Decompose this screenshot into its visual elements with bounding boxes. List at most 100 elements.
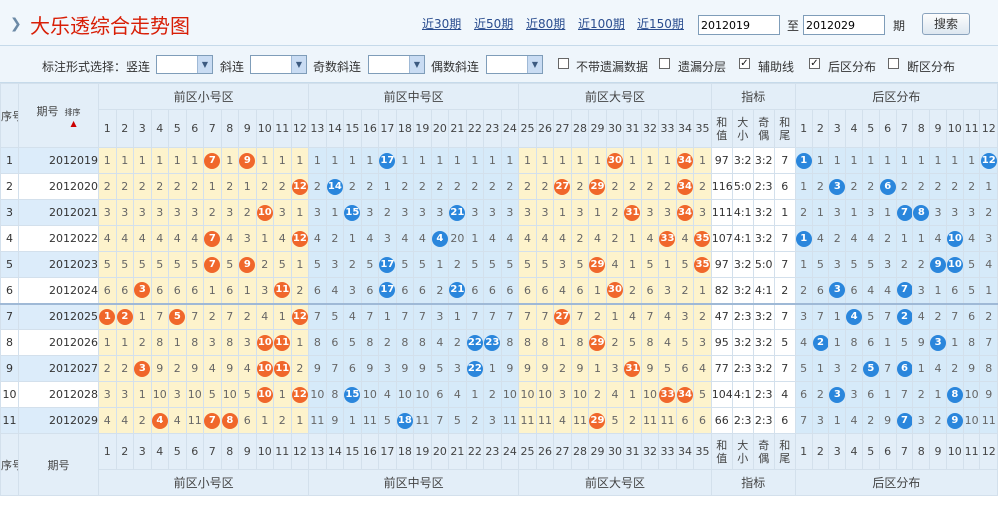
vertical-select[interactable]: ▼	[156, 55, 213, 74]
link-last-30[interactable]: 近30期	[422, 15, 461, 32]
back-dist-checkbox[interactable]: ✓	[809, 58, 820, 69]
front-cell: 2	[98, 173, 117, 200]
front-cell: 11	[360, 407, 380, 434]
front-cell: 4	[168, 225, 187, 252]
front-cell: 1	[203, 277, 222, 304]
row-period[interactable]: 2012028➜	[17, 381, 100, 408]
front-cell: 9	[150, 355, 170, 382]
front-cell: 5	[273, 251, 292, 278]
front-cell: 5	[133, 251, 152, 278]
stat-cell: 82	[710, 277, 733, 304]
front-cell: 7	[185, 302, 205, 330]
slant-select[interactable]: ▼	[250, 55, 307, 74]
back-cell: 1	[845, 147, 863, 174]
back-cell: 1	[811, 355, 830, 382]
front-cell: 3	[238, 329, 257, 356]
row-period[interactable]: 2012019➜	[17, 147, 100, 174]
back-number-footer: 12	[979, 433, 998, 470]
back-cell: 5	[845, 251, 863, 278]
back-cell: 7	[794, 407, 813, 434]
period-header-label: 期号	[36, 105, 59, 118]
back-cell: 2	[929, 407, 947, 434]
footer-seq-header: 序号	[0, 433, 19, 496]
front-cell: 11	[658, 407, 677, 434]
break-dist-checkbox[interactable]	[888, 58, 899, 69]
miss-layer-checkbox[interactable]	[659, 58, 670, 69]
sort-link[interactable]: 排序	[65, 108, 81, 117]
front-cell: 2	[133, 407, 152, 434]
front-cell: 6	[360, 277, 380, 304]
link-last-80[interactable]: 近80期	[526, 15, 565, 32]
row-period[interactable]: 2012025➜	[17, 302, 100, 330]
row-period[interactable]: 2012026➜	[17, 329, 100, 356]
link-last-50[interactable]: 近50期	[474, 15, 513, 32]
stat-cell: 7	[773, 302, 796, 330]
back-cell: 2	[912, 173, 931, 200]
back-cell: 2	[845, 355, 863, 382]
front-cell: 9	[238, 147, 257, 174]
row-period[interactable]: 2012027➜	[17, 355, 100, 382]
front-cell: 8	[518, 329, 537, 356]
front-cell: 2	[220, 173, 240, 200]
link-last-150[interactable]: 近150期	[637, 15, 684, 32]
drawn-ball: 7	[896, 204, 912, 221]
period-from-input[interactable]	[698, 15, 780, 35]
front-cell: 3	[308, 199, 327, 226]
search-button[interactable]: 搜索	[922, 13, 970, 35]
back-cell: 4	[929, 225, 947, 252]
back-cell: 4	[845, 407, 863, 434]
back-cell: 4	[878, 277, 897, 304]
front-number-footer: 33	[658, 433, 677, 470]
front-cell: 2	[623, 173, 642, 200]
period-to-input[interactable]	[803, 15, 885, 35]
front-cell: 1	[623, 147, 642, 174]
no-miss-checkbox[interactable]	[558, 58, 569, 69]
front-number-footer: 32	[640, 433, 660, 470]
front-cell: 3	[238, 225, 257, 252]
row-period[interactable]: 2012021➜	[17, 199, 100, 226]
even-slant-select[interactable]: ▼	[486, 55, 543, 74]
drawn-ball: 27	[554, 308, 571, 325]
back-cell: 4	[962, 225, 981, 252]
front-cell: 2	[238, 302, 257, 330]
front-cell: 2	[588, 302, 607, 330]
sort-arrow-icon[interactable]: ▲	[49, 119, 98, 128]
row-seq: 3	[0, 199, 19, 226]
back-cell: 2	[929, 173, 947, 200]
drawn-ball: 30	[607, 282, 623, 299]
front-cell: 10	[535, 381, 555, 408]
front-cell: 1	[658, 251, 677, 278]
table-row: 102012028➜331103105105101121081510410106…	[0, 381, 998, 408]
row-period[interactable]: 2012024➜	[17, 277, 100, 304]
back-cell: 6	[811, 277, 830, 304]
row-period[interactable]: 2012023➜	[17, 251, 100, 278]
back-number-header: 12	[979, 109, 998, 148]
back-cell: 2	[979, 302, 998, 330]
back-cell: 2	[895, 173, 914, 200]
back-cell: 7	[895, 277, 914, 304]
back-cell: 3	[945, 199, 964, 226]
front-cell: 1	[553, 329, 572, 356]
aux-line-checkbox[interactable]: ✓	[739, 58, 750, 69]
front-cell: 9	[360, 355, 380, 382]
front-cell: 3	[535, 199, 555, 226]
front-cell: 2	[273, 173, 292, 200]
front-cell: 9	[308, 355, 327, 382]
front-cell: 3	[465, 199, 485, 226]
drawn-ball: 10	[947, 230, 963, 247]
front-cell: 2	[570, 173, 590, 200]
row-period[interactable]: 2012022➜	[17, 225, 100, 252]
drawn-ball: 7	[896, 412, 912, 429]
row-period[interactable]: 2012020➜	[17, 173, 100, 200]
link-last-100[interactable]: 近100期	[578, 15, 625, 32]
front-cell: 1	[588, 355, 607, 382]
front-number-header: 28	[570, 109, 590, 148]
stat-cell: 7	[773, 251, 796, 278]
odd-slant-select[interactable]: ▼	[368, 55, 425, 74]
back-cell: 2	[895, 251, 914, 278]
front-cell: 5	[623, 329, 642, 356]
front-cell: 1	[693, 147, 712, 174]
row-period[interactable]: 2012029➜	[17, 407, 100, 434]
front-cell: 8	[413, 329, 432, 356]
front-cell: 10	[518, 381, 537, 408]
